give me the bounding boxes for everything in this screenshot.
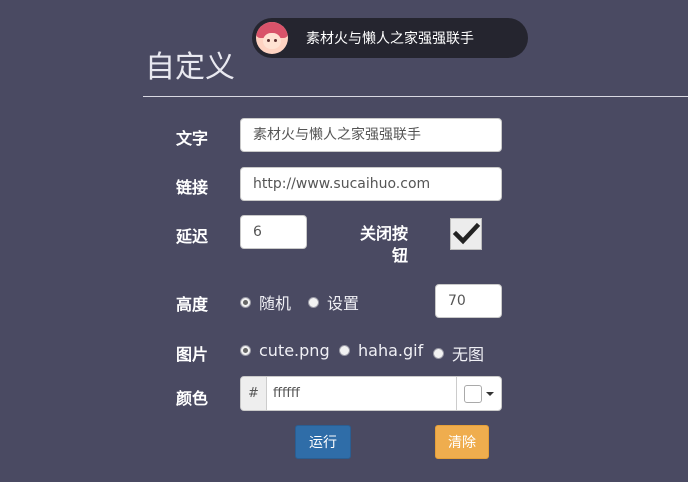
radio-icon: [240, 296, 251, 308]
checkmark-icon: [452, 222, 481, 245]
color-input-group: # ffffff: [240, 376, 502, 411]
radio-icon: [240, 345, 251, 356]
height-option-random: 随机: [259, 294, 292, 313]
image-radio-cute[interactable]: cute.png: [240, 341, 330, 360]
color-label: 颜色: [176, 389, 209, 408]
radio-icon: [339, 345, 350, 356]
image-radio-none[interactable]: 无图: [433, 341, 484, 365]
radio-icon: [433, 347, 444, 359]
delay-input[interactable]: 6: [240, 215, 307, 249]
link-label: 链接: [176, 178, 209, 197]
caret-down-icon: [486, 391, 494, 396]
image-option-cute: cute.png: [259, 341, 330, 360]
image-option-none: 无图: [452, 345, 485, 364]
color-picker-button[interactable]: [456, 377, 501, 410]
height-label: 高度: [176, 295, 209, 314]
image-option-haha: haha.gif: [358, 341, 424, 360]
color-input[interactable]: ffffff: [267, 377, 456, 410]
title-divider: [143, 96, 688, 97]
barrage-preview: 素材火与懒人之家强强联手: [252, 18, 528, 58]
color-swatch: [464, 384, 482, 403]
radio-icon: [308, 296, 319, 308]
height-input[interactable]: 70: [435, 284, 502, 318]
color-hash-prefix: #: [241, 377, 267, 410]
image-radio-haha[interactable]: haha.gif: [339, 341, 423, 360]
text-label: 文字: [176, 129, 209, 148]
clear-button[interactable]: 清除: [435, 425, 489, 459]
height-radio-random[interactable]: 随机: [240, 290, 291, 314]
page-title: 自定义: [145, 50, 235, 85]
close-button-label: 关闭按钮: [359, 224, 408, 265]
image-label: 图片: [176, 345, 209, 364]
text-input[interactable]: 素材火与懒人之家强强联手: [240, 118, 502, 152]
avatar: [256, 22, 288, 54]
height-option-set: 设置: [327, 294, 360, 313]
delay-label: 延迟: [176, 227, 209, 246]
barrage-text: 素材火与懒人之家强强联手: [306, 31, 474, 47]
link-input[interactable]: http://www.sucaihuo.com: [240, 167, 502, 201]
run-button[interactable]: 运行: [295, 425, 351, 459]
close-button-checkbox[interactable]: [450, 218, 482, 250]
height-radio-set[interactable]: 设置: [308, 290, 359, 314]
